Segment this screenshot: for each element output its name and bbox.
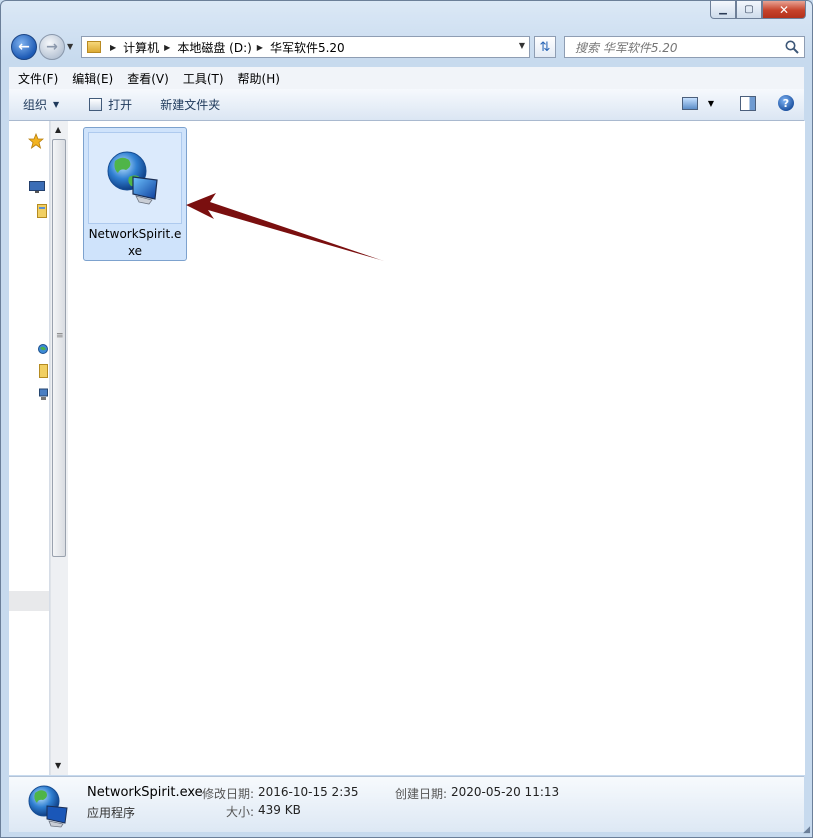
open-icon xyxy=(89,98,103,111)
created-date-value: 2020-05-20 11:13 xyxy=(451,785,560,799)
file-name-label: NetworkSpirit.exe xyxy=(88,227,182,258)
new-folder-label: 新建文件夹 xyxy=(160,98,221,112)
menu-edit[interactable]: 编辑(E) xyxy=(67,70,118,87)
folder-icon[interactable] xyxy=(39,364,48,378)
libraries-icon[interactable] xyxy=(37,204,47,218)
organize-button[interactable]: 组织 ▼ xyxy=(23,96,59,113)
open-label: 打开 xyxy=(108,98,133,112)
organize-label: 组织 xyxy=(23,98,48,112)
resize-grip-icon[interactable]: ◢ xyxy=(803,825,810,835)
menu-tools[interactable]: 工具(T) xyxy=(178,70,229,87)
details-file-type: 应用程序 xyxy=(87,806,136,820)
new-folder-button[interactable]: 新建文件夹 xyxy=(160,96,220,113)
menu-view[interactable]: 查看(V) xyxy=(122,70,174,87)
chevron-right-icon[interactable]: ▶ xyxy=(110,43,116,52)
forward-button[interactable]: → xyxy=(39,34,65,60)
refresh-button[interactable]: ⇅ xyxy=(534,36,556,58)
breadcrumb-drive-d[interactable]: 本地磁盘 (D:) xyxy=(177,39,251,56)
close-button[interactable]: ✕ xyxy=(762,1,806,19)
refresh-icon: ⇅ xyxy=(539,39,551,55)
annotation-arrow-icon xyxy=(186,193,384,261)
menu-help[interactable]: 帮助(H) xyxy=(233,70,285,87)
open-button[interactable]: 打开 xyxy=(89,96,132,113)
file-thumbnail xyxy=(88,132,182,224)
help-icon[interactable]: ? xyxy=(778,95,794,111)
breadcrumb-computer[interactable]: 计算机 xyxy=(123,39,159,56)
maximize-button[interactable]: ▢ xyxy=(736,1,762,19)
chevron-right-icon[interactable]: ▶ xyxy=(257,43,263,52)
file-list-area[interactable]: NetworkSpirit.exe xyxy=(68,121,805,775)
desktop-icon[interactable] xyxy=(29,181,45,193)
explorer-window: ▁ ▢ ✕ ← → ▼ ▶ 计算机 ▶ 本地磁盘 (D:) ▶ 华军软件5.20… xyxy=(0,0,813,838)
address-bar[interactable]: ▶ 计算机 ▶ 本地磁盘 (D:) ▶ 华军软件5.20 ▼ xyxy=(81,36,530,58)
preview-pane-icon[interactable] xyxy=(740,95,756,111)
view-controls: ▼ ? xyxy=(681,95,794,111)
view-options-dropdown-icon[interactable]: ▼ xyxy=(708,99,714,108)
search-icon[interactable] xyxy=(784,39,800,55)
chevron-down-icon: ▼ xyxy=(53,100,60,109)
details-file-name: NetworkSpirit.exe xyxy=(87,785,203,800)
scroll-up-icon[interactable]: ▲ xyxy=(55,125,61,134)
modified-date-value: 2016-10-15 2:35 xyxy=(258,785,359,799)
chevron-right-icon[interactable]: ▶ xyxy=(164,43,170,52)
search-input[interactable] xyxy=(573,38,782,58)
file-item[interactable]: NetworkSpirit.exe xyxy=(83,127,187,261)
network-globe-icon xyxy=(107,151,158,205)
application-icon xyxy=(28,785,68,828)
scrollbar-grip-icon: ≡ xyxy=(56,331,64,341)
navigation-pane xyxy=(9,121,50,775)
size-label: 大小: xyxy=(226,805,255,819)
menu-bar: 文件(F) 编辑(E) 查看(V) 工具(T) 帮助(H) xyxy=(9,67,804,90)
size-value: 439 KB xyxy=(258,803,301,817)
breadcrumb-current-folder[interactable]: 华军软件5.20 xyxy=(270,39,345,56)
computer-icon[interactable] xyxy=(39,387,48,401)
navigation-pane-scrollbar[interactable]: ▲ ≡ ▼ xyxy=(50,121,68,775)
details-pane: NetworkSpirit.exe 应用程序 修改日期: 2016-10-15 … xyxy=(9,776,804,832)
modified-date-label: 修改日期: xyxy=(202,787,255,801)
created-date-label: 创建日期: xyxy=(395,787,448,801)
change-view-icon[interactable] xyxy=(681,96,698,110)
recent-pages-dropdown[interactable]: ▼ xyxy=(67,42,73,51)
scroll-down-icon[interactable]: ▼ xyxy=(55,761,61,770)
menu-file[interactable]: 文件(F) xyxy=(13,70,63,87)
navigation-bar: ← → ▼ ▶ 计算机 ▶ 本地磁盘 (D:) ▶ 华军软件5.20 ▼ ⇅ xyxy=(9,31,805,61)
favorites-star-icon[interactable] xyxy=(28,133,44,149)
back-button[interactable]: ← xyxy=(11,34,37,60)
scrollbar-thumb[interactable] xyxy=(52,139,66,557)
pane-splitter[interactable] xyxy=(9,591,49,611)
minimize-button[interactable]: ▁ xyxy=(710,1,736,19)
folder-icon xyxy=(87,41,101,53)
address-dropdown-icon[interactable]: ▼ xyxy=(519,41,525,50)
command-bar: 组织 ▼ 打开 新建文件夹 ▼ ? xyxy=(9,89,804,121)
caption-buttons: ▁ ▢ ✕ xyxy=(710,1,806,21)
network-icon[interactable] xyxy=(38,343,48,355)
search-box[interactable] xyxy=(564,36,805,58)
